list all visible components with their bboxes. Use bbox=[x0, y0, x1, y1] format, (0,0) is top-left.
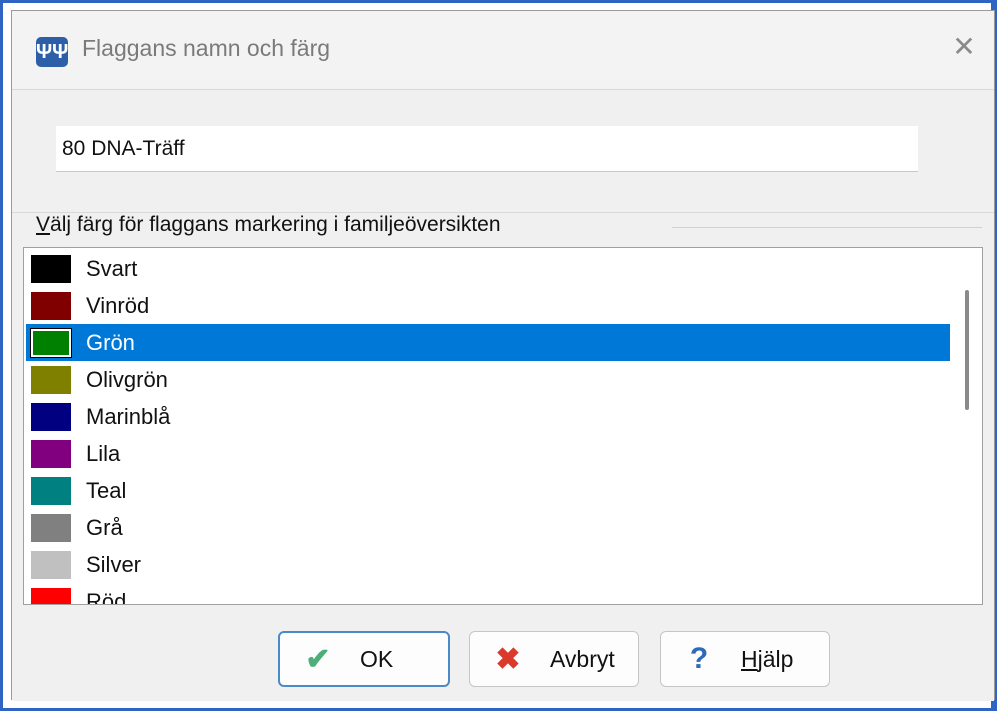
color-swatch bbox=[31, 254, 71, 283]
color-label: Olivgrön bbox=[86, 366, 168, 392]
color-swatch bbox=[30, 327, 72, 358]
color-list-item[interactable]: Röd bbox=[26, 583, 950, 605]
color-label: Röd bbox=[86, 588, 127, 605]
color-list-item[interactable]: Grön bbox=[26, 324, 950, 361]
color-group-label-text: älj färg för flaggans markering i familj… bbox=[50, 213, 501, 236]
color-label: Teal bbox=[86, 477, 127, 503]
vertical-scrollbar[interactable] bbox=[954, 248, 982, 604]
color-label: Marinblå bbox=[86, 403, 171, 429]
help-button[interactable]: ? Hjälp bbox=[660, 631, 830, 687]
help-accesskey: H bbox=[741, 645, 758, 672]
ok-button[interactable]: ✔ OK bbox=[278, 631, 450, 687]
close-icon[interactable]: ✕ bbox=[948, 31, 980, 63]
color-label: Silver bbox=[86, 551, 142, 577]
color-listbox[interactable]: Röd Silver Grå Teal Lila Marinblå Olivgrön Grön… bbox=[23, 247, 983, 605]
flag-name-section bbox=[12, 89, 994, 213]
color-list-item[interactable]: Grå bbox=[26, 509, 950, 546]
scrollbar-thumb[interactable] bbox=[965, 290, 969, 410]
color-list-item[interactable]: Teal bbox=[26, 472, 950, 509]
color-list-item[interactable]: Vinröd bbox=[26, 287, 950, 324]
x-icon: ✖ bbox=[495, 642, 521, 676]
group-divider bbox=[672, 227, 982, 228]
family-tree-icon: ΨΨ bbox=[36, 37, 68, 67]
ok-button-label: OK bbox=[360, 645, 394, 672]
color-label: Svart bbox=[86, 255, 138, 281]
color-swatch bbox=[31, 587, 71, 604]
color-label: Vinröd bbox=[86, 292, 150, 318]
color-list-item[interactable]: Olivgrön bbox=[26, 361, 950, 398]
color-label: Grön bbox=[86, 329, 135, 355]
color-swatch bbox=[31, 402, 71, 431]
color-label: Grå bbox=[86, 514, 123, 540]
flag-name-color-dialog: ΨΨ Flaggans namn och färg ✕ Välj färg fö… bbox=[11, 10, 995, 701]
color-list-item[interactable]: Silver bbox=[26, 546, 950, 583]
flag-name-input[interactable] bbox=[56, 126, 918, 172]
color-swatch bbox=[31, 476, 71, 505]
color-swatch bbox=[31, 550, 71, 579]
help-label-rest: jälp bbox=[757, 645, 794, 672]
color-swatch bbox=[31, 439, 71, 468]
title-bar: ΨΨ Flaggans namn och färg ✕ bbox=[12, 11, 994, 89]
color-group-label: Välj färg för flaggans markering i famil… bbox=[36, 213, 505, 237]
dialog-title: Flaggans namn och färg bbox=[82, 35, 331, 61]
color-list-item[interactable]: Lila bbox=[26, 435, 950, 472]
help-button-label: Hjälp bbox=[741, 646, 793, 673]
question-icon: ? bbox=[689, 642, 709, 675]
cancel-button-label: Avbryt bbox=[550, 645, 615, 672]
color-list-item[interactable]: Svart bbox=[26, 250, 950, 287]
checkmark-icon: ✔ bbox=[305, 642, 331, 676]
color-swatch bbox=[31, 365, 71, 394]
cancel-button[interactable]: ✖ Avbryt bbox=[469, 631, 639, 687]
color-group-label-accesskey: V bbox=[36, 213, 51, 236]
color-label: Lila bbox=[86, 440, 121, 466]
color-list-item[interactable]: Marinblå bbox=[26, 398, 950, 435]
button-bar: ✔ OK ✖ Avbryt ? Hjälp bbox=[12, 607, 994, 701]
color-swatch bbox=[31, 291, 71, 320]
color-swatch bbox=[31, 513, 71, 542]
